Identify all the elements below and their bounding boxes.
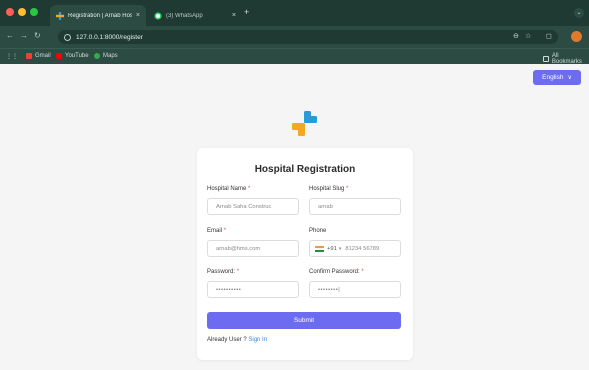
address-url: 127.0.0.1:8000/register (76, 33, 143, 41)
bookmarks-bar: ⋮⋮ Gmail YouTube Maps All Bookmarks (0, 48, 589, 65)
chevron-down-icon: ∨ (567, 75, 572, 81)
already-user-text: Already User ? (207, 337, 247, 343)
whatsapp-favicon-icon (154, 11, 162, 20)
folder-icon (543, 56, 549, 62)
phone-input[interactable]: +91 ▾ 81234 56789 (309, 240, 401, 257)
submit-button[interactable]: Submit (207, 312, 401, 329)
close-tab-icon[interactable]: × (232, 12, 236, 19)
confirm-password-label: Confirm Password: * (309, 269, 364, 275)
tab-registration[interactable]: Registration | Arnab Hospital × (50, 5, 146, 26)
maps-icon (94, 53, 100, 59)
hospital-slug-input[interactable]: arnab (309, 198, 401, 215)
minimize-window-dot[interactable] (18, 8, 26, 16)
email-input[interactable]: arnab@hms.com (207, 240, 299, 257)
hospital-name-input[interactable]: Arnab Saha Construc (207, 198, 299, 215)
registration-card: Hospital Registration Hospital Name * Ho… (197, 148, 413, 360)
apps-icon[interactable]: ⋮⋮ (6, 53, 18, 60)
browser-tab-bar: Registration | Arnab Hospital × (3) What… (0, 0, 589, 26)
extensions-icon[interactable]: ◻ (546, 32, 552, 40)
already-user-row: Already User ? Sign In (207, 337, 267, 343)
bookmark-gmail[interactable]: Gmail (26, 53, 51, 59)
language-dropdown[interactable]: English ∨ (533, 70, 581, 85)
confirm-password-input[interactable]: ••••••••| (309, 281, 401, 298)
address-bar[interactable]: 127.0.0.1:8000/register (58, 30, 558, 44)
country-code[interactable]: +91 (327, 246, 337, 252)
youtube-icon (56, 53, 62, 59)
medical-cross-logo (292, 111, 317, 136)
tab-whatsapp[interactable]: (3) WhatsApp × (148, 5, 242, 26)
gmail-icon (26, 53, 32, 59)
profile-avatar[interactable] (571, 31, 582, 42)
password-label: Password: * (207, 269, 240, 275)
bookmark-youtube[interactable]: YouTube (56, 53, 89, 59)
email-label: Email * (207, 228, 227, 234)
bookmark-maps[interactable]: Maps (94, 53, 118, 59)
sign-in-link[interactable]: Sign In (248, 337, 267, 343)
page-content: English ∨ Hospital Registration Hospital… (0, 64, 589, 370)
browser-toolbar: ← → ↻ 127.0.0.1:8000/register ⊖ ☆ ◻ (0, 26, 589, 48)
back-icon[interactable]: ← (6, 31, 14, 40)
install-icon[interactable]: ⊖ (513, 32, 519, 40)
india-flag-icon[interactable] (315, 245, 324, 252)
tab-label: (3) WhatsApp (166, 12, 203, 19)
chevron-down-icon[interactable]: ▾ (339, 246, 342, 252)
star-icon[interactable]: ☆ (525, 32, 531, 40)
tab-search-icon[interactable]: ⌄ (574, 8, 584, 18)
hospital-slug-label: Hospital Slug * (309, 186, 349, 192)
phone-label: Phone (309, 228, 327, 234)
hospital-name-label: Hospital Name * (207, 186, 251, 192)
reload-icon[interactable]: ↻ (34, 31, 41, 40)
tab-label: Registration | Arnab Hospital (68, 12, 132, 19)
password-input[interactable]: •••••••••• (207, 281, 299, 298)
close-tab-icon[interactable]: × (136, 12, 140, 19)
form-title: Hospital Registration (254, 164, 356, 175)
language-label: English (542, 74, 564, 81)
hospital-favicon-icon (56, 11, 64, 20)
info-icon[interactable] (64, 33, 71, 41)
close-window-dot[interactable] (6, 8, 14, 16)
new-tab-button[interactable]: + (244, 7, 249, 17)
maximize-window-dot[interactable] (30, 8, 38, 16)
phone-placeholder: 81234 56789 (345, 245, 380, 252)
forward-icon[interactable]: → (20, 31, 28, 40)
